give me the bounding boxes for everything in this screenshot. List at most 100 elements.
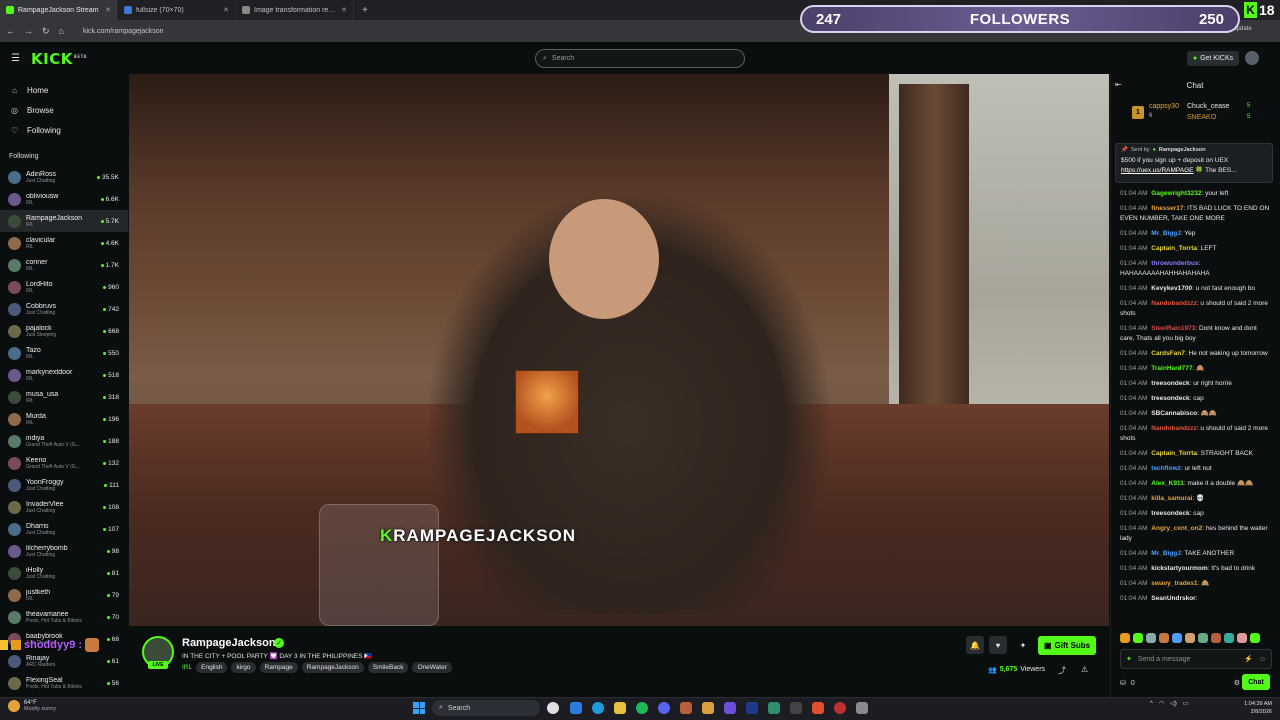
chat-username[interactable]: Gagewright3232	[1151, 190, 1201, 197]
browser-tab[interactable]: Image transformation request ✕	[236, 0, 354, 20]
emote-icon[interactable]	[1185, 633, 1195, 643]
chat-username[interactable]: Angry_cxnt_on2	[1151, 525, 1202, 532]
chat-username[interactable]: SBCannabisco	[1151, 410, 1197, 417]
chat-settings-icon[interactable]: ⚙	[1234, 679, 1240, 687]
sidebar-channel-item[interactable]: iHolly Just Chatting 81	[0, 562, 128, 584]
weather-widget[interactable]: 64°F Mostly sunny	[8, 700, 56, 712]
kicks-icon[interactable]: ✦	[1014, 636, 1032, 654]
sidebar-channel-item[interactable]: Murda IRL 196	[0, 408, 128, 430]
wifi-icon[interactable]: ◠	[1159, 700, 1164, 707]
nav-following[interactable]: ♡ Following	[0, 120, 128, 140]
emote-icon[interactable]	[1146, 633, 1156, 643]
task-view-icon[interactable]	[570, 702, 582, 714]
commands-icon[interactable]: ⚡	[1244, 655, 1253, 663]
chat-username[interactable]: Captain_Torrta	[1151, 450, 1197, 457]
forward-icon[interactable]: →	[24, 26, 33, 36]
stream-tag[interactable]: OneWater	[412, 662, 452, 673]
chat-username[interactable]: treesondeck	[1151, 395, 1189, 402]
chat-username[interactable]: Mr_BiggJ	[1151, 230, 1181, 237]
sidebar-channel-item[interactable]: theavamariee Pools, Hot Tubs & Bikinis 70	[0, 606, 128, 628]
sidebar-channel-item[interactable]: conner IRL 1.7K	[0, 254, 128, 276]
chat-username[interactable]: Captain_Torrta	[1151, 245, 1197, 252]
spotify-icon[interactable]	[636, 702, 648, 714]
share-icon[interactable]: ⤴	[1058, 665, 1066, 676]
stream-tag[interactable]: kirgo	[231, 662, 256, 673]
emote-icon[interactable]	[1237, 633, 1247, 643]
chat-username[interactable]: CardsFan7	[1151, 350, 1185, 357]
sidebar-channel-item[interactable]: markynextdoor IRL 518	[0, 364, 128, 386]
app-icon[interactable]	[856, 702, 868, 714]
chat-username[interactable]: treesondeck	[1151, 510, 1189, 517]
chevron-up-icon[interactable]: ^	[1150, 701, 1153, 707]
chat-username[interactable]: Nandobandzzz	[1151, 300, 1197, 307]
chat-username[interactable]: swavy_trades1	[1151, 580, 1197, 587]
chat-username[interactable]: throwunderbus	[1151, 260, 1198, 267]
chat-username[interactable]: techflowz	[1151, 465, 1181, 472]
chrome-icon[interactable]	[547, 702, 559, 714]
tab-close-icon[interactable]: ✕	[223, 6, 229, 14]
brave-icon[interactable]	[812, 702, 824, 714]
new-tab-icon[interactable]: +	[354, 5, 376, 16]
file-explorer-icon[interactable]	[614, 702, 626, 714]
premiere-icon[interactable]	[746, 702, 758, 714]
sidebar-channel-item[interactable]: AdinRoss Just Chatting 35.5K	[0, 166, 128, 188]
chat-username[interactable]: Kevykev1700	[1151, 285, 1192, 292]
menu-icon[interactable]: ☰	[11, 53, 20, 64]
sidebar-channel-item[interactable]: Cobbruvs Just Chatting 742	[0, 298, 128, 320]
chat-message-input[interactable]: ✦ Send a message ⚡ ☺	[1120, 649, 1272, 669]
sidebar-channel-item[interactable]: justketh IRL 79	[0, 584, 128, 606]
chat-username[interactable]: SteelRain1973	[1151, 325, 1195, 332]
obs-icon[interactable]	[834, 702, 846, 714]
home-icon[interactable]: ⌂	[59, 26, 64, 36]
taskbar-clock[interactable]: 1:04:39 AM 2/8/2026	[1236, 700, 1272, 716]
chat-username[interactable]: Nandobandzzz	[1151, 425, 1197, 432]
app-icon[interactable]	[702, 702, 714, 714]
chat-username[interactable]: treesondeck	[1151, 380, 1189, 387]
sidebar-channel-item[interactable]: musa_usa IRL 318	[0, 386, 128, 408]
chat-username[interactable]: kickstartyourmom	[1151, 565, 1207, 572]
sidebar-channel-item[interactable]: RampageJackson IRL 5.7K	[0, 210, 128, 232]
emote-icon[interactable]	[1172, 633, 1182, 643]
chat-username[interactable]: SeanUndrskor	[1151, 595, 1195, 602]
sidebar-channel-item[interactable]: lilcherrybomb Just Chatting 98	[0, 540, 128, 562]
url-field[interactable]: kick.com/rampagejackson	[83, 28, 164, 35]
app-icon[interactable]	[724, 702, 736, 714]
back-icon[interactable]: ←	[6, 26, 15, 36]
app-icon[interactable]	[680, 702, 692, 714]
browser-tab[interactable]: RampageJackson Stream ✕	[0, 0, 118, 20]
tab-close-icon[interactable]: ✕	[341, 6, 347, 14]
sidebar-channel-item[interactable]: obliviousw IRL 6.6K	[0, 188, 128, 210]
app-icon[interactable]	[768, 702, 780, 714]
get-kicks-button[interactable]: ● Get KICKs	[1187, 51, 1239, 66]
sidebar-channel-item[interactable]: Dharris Just Chatting 107	[0, 518, 128, 540]
sidebar-channel-item[interactable]: Rinajay ARC Raiders 61	[0, 650, 128, 672]
taskbar-search[interactable]: ⌕ Search	[432, 700, 540, 716]
user-avatar[interactable]	[1245, 51, 1259, 65]
browser-tab[interactable]: fullsize (70×70) ✕	[118, 0, 236, 20]
emote-icon[interactable]	[1133, 633, 1143, 643]
chat-username[interactable]: TrainHard777	[1151, 365, 1192, 372]
sidebar-channel-item[interactable]: InvaderVlee Just Chatting 108	[0, 496, 128, 518]
search-input[interactable]: ⌕ Search	[535, 49, 745, 68]
kick-logo[interactable]: KICKBETA	[31, 50, 87, 68]
stream-tag[interactable]: Rampage	[259, 662, 298, 673]
gift-subs-button[interactable]: ▣ Gift Subs	[1038, 636, 1096, 655]
leaderboard-second[interactable]: Chuck_cease	[1187, 103, 1229, 110]
sidebar-channel-item[interactable]: YoonFroggy Just Chatting 111	[0, 474, 128, 496]
emote-icon[interactable]	[1198, 633, 1208, 643]
leaderboard-first[interactable]: cappsy30	[1149, 103, 1179, 110]
video-player[interactable]	[129, 74, 1109, 626]
emote-picker-icon[interactable]: ☺	[1259, 656, 1266, 663]
streamer-name[interactable]: RampageJackson	[182, 637, 276, 649]
kicks-wallet-icon[interactable]: ⛁	[1120, 679, 1126, 687]
battery-icon[interactable]: ▭	[1183, 700, 1189, 707]
chat-send-button[interactable]: Chat	[1242, 674, 1270, 690]
tab-close-icon[interactable]: ✕	[105, 6, 111, 14]
nav-home[interactable]: ⌂ Home	[0, 80, 128, 100]
chat-username[interactable]: finesser17	[1151, 205, 1183, 212]
emote-icon[interactable]	[1159, 633, 1169, 643]
nav-browse[interactable]: ◎ Browse	[0, 100, 128, 120]
notification-bell-icon[interactable]: 🔔	[966, 636, 984, 654]
discord-icon[interactable]	[658, 702, 670, 714]
pinned-message[interactable]: 📌 Sent by ● RampageJackson $500 if you sign…	[1115, 143, 1273, 183]
